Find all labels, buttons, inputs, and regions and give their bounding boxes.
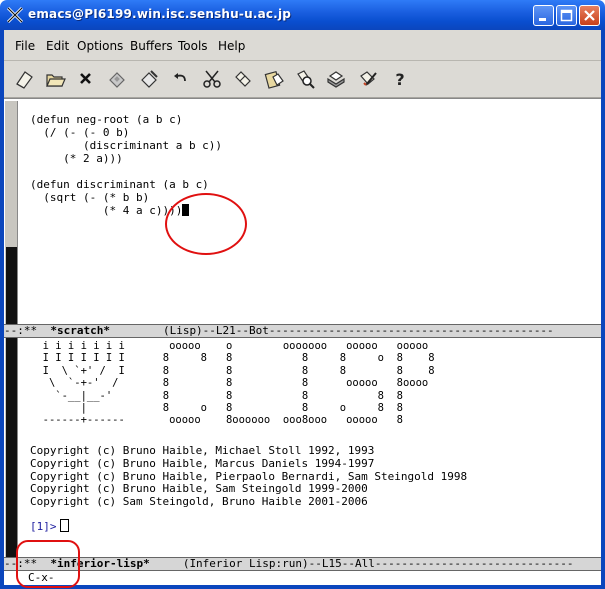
paste-icon[interactable]	[263, 68, 285, 90]
window-title: emacs@PI6199.win.isc.senshu-u.ac.jp	[28, 7, 292, 21]
copy-icon[interactable]	[232, 68, 254, 90]
banner-line: | 8 o 8 8 o 8 8	[30, 402, 403, 415]
code-line: (sqrt (- (* b b)	[30, 191, 150, 204]
print-icon[interactable]	[325, 68, 347, 90]
annotation-circle-cursor	[165, 193, 247, 255]
minibuffer[interactable]: C-x-	[4, 571, 601, 585]
close-button[interactable]	[579, 5, 600, 26]
minimize-icon	[539, 18, 546, 21]
title-bar[interactable]: emacs@PI6199.win.isc.senshu-u.ac.jp	[0, 0, 605, 30]
annotation-circle-minibuffer	[16, 540, 80, 588]
window-frame-right	[601, 30, 605, 589]
copyright-line: Copyright (c) Sam Steingold, Bruno Haibl…	[30, 495, 368, 509]
open-folder-icon[interactable]	[44, 68, 66, 90]
menu-tools[interactable]: Tools	[178, 39, 208, 53]
modeline-prefix: --:**	[4, 324, 51, 337]
clisp-banner: i i i i i i i ooooo o ooooooo ooooo oooo…	[30, 340, 435, 427]
close-buffer-icon[interactable]	[75, 68, 97, 90]
lower-scroll-thumb[interactable]	[6, 339, 17, 561]
search-icon[interactable]	[294, 68, 316, 90]
banner-line: \ `-+-' / 8 8 8 ooooo 8oooo	[30, 377, 429, 390]
code-line: (* 4 a c))))	[30, 204, 183, 217]
new-file-icon[interactable]	[13, 68, 35, 90]
lower-scrollbar[interactable]	[5, 339, 18, 561]
copyright-line: Copyright (c) Bruno Haible, Sam Steingol…	[30, 482, 368, 496]
code-line: (discriminant a b c))	[30, 139, 223, 152]
prompt-text: [1]>	[30, 520, 57, 533]
code-line: (defun neg-root (a b c)	[30, 113, 183, 126]
tool-bar: ?	[4, 61, 601, 98]
menu-buffers[interactable]: Buffers	[130, 39, 173, 53]
code-line: (/ (- (- 0 b)	[30, 126, 130, 139]
save-disk-icon[interactable]	[106, 68, 128, 90]
scratch-buffer-window[interactable]: (defun neg-root (a b c) (/ (- (- 0 b) (d…	[4, 98, 601, 355]
banner-line: `-__|__-' 8 8 8 8 8	[30, 389, 403, 402]
maximize-button[interactable]	[556, 5, 577, 26]
copyright-line: Copyright (c) Bruno Haible, Michael Stol…	[30, 444, 375, 457]
code-line: (defun discriminant (a b c)	[30, 178, 209, 191]
banner-line: I \ `+' / I 8 8 8 8 8 8	[30, 364, 435, 377]
copyright-line: Copyright (c) Bruno Haible, Marcus Danie…	[30, 456, 375, 470]
modeline-status: (Lisp)--L21--Bot------------------------…	[109, 324, 554, 337]
upper-scrollbar[interactable]	[5, 101, 18, 353]
minimize-button[interactable]	[533, 5, 554, 26]
buffer-name[interactable]: *scratch*	[50, 325, 110, 337]
menu-edit[interactable]: Edit	[46, 39, 69, 53]
cut-icon[interactable]	[201, 68, 223, 90]
save-as-icon[interactable]	[138, 68, 160, 90]
copyright-line: Copyright (c) Bruno Haible, Pierpaolo Be…	[30, 469, 468, 483]
copyright-block: Copyright (c) Bruno Haible, Michael Stol…	[30, 444, 468, 509]
code-line: (* 2 a)))	[30, 152, 123, 165]
help-icon[interactable]: ?	[389, 68, 411, 90]
close-icon	[584, 10, 595, 21]
maximize-icon	[560, 9, 573, 22]
undo-icon[interactable]	[170, 68, 192, 90]
menu-options[interactable]: Options	[77, 39, 123, 53]
banner-line: i i i i i i i ooooo o ooooooo ooooo oooo…	[30, 340, 429, 352]
scratch-mode-line[interactable]: --:** *scratch* (Lisp)--L21--Bot--------…	[4, 324, 601, 338]
modeline-status: (Inferior Lisp:run)--L15--All-----------…	[149, 557, 574, 570]
emacs-frame: File Edit Options Buffers Tools Help ? (…	[4, 30, 601, 585]
window-frame-bottom	[0, 585, 605, 589]
x-window-icon	[6, 6, 24, 24]
inferior-lisp-window[interactable]: i i i i i i i ooooo o ooooooo ooooo oooo…	[4, 339, 601, 561]
menu-help[interactable]: Help	[218, 39, 245, 53]
banner-line: ------+------ ooooo 8oooooo ooo8ooo oooo…	[30, 414, 403, 427]
inferior-lisp-mode-line[interactable]: --:** *inferior-lisp* (Inferior Lisp:run…	[4, 557, 601, 571]
menu-bar: File Edit Options Buffers Tools Help	[4, 30, 601, 61]
banner-line: I I I I I I I 8 8 8 8 8 o 8 8	[30, 352, 435, 365]
prompt-cursor	[59, 519, 69, 532]
menu-file[interactable]: File	[15, 39, 35, 53]
lisp-prompt[interactable]: [1]>	[30, 519, 69, 533]
customize-icon[interactable]	[357, 68, 379, 90]
svg-text:?: ?	[395, 70, 404, 89]
